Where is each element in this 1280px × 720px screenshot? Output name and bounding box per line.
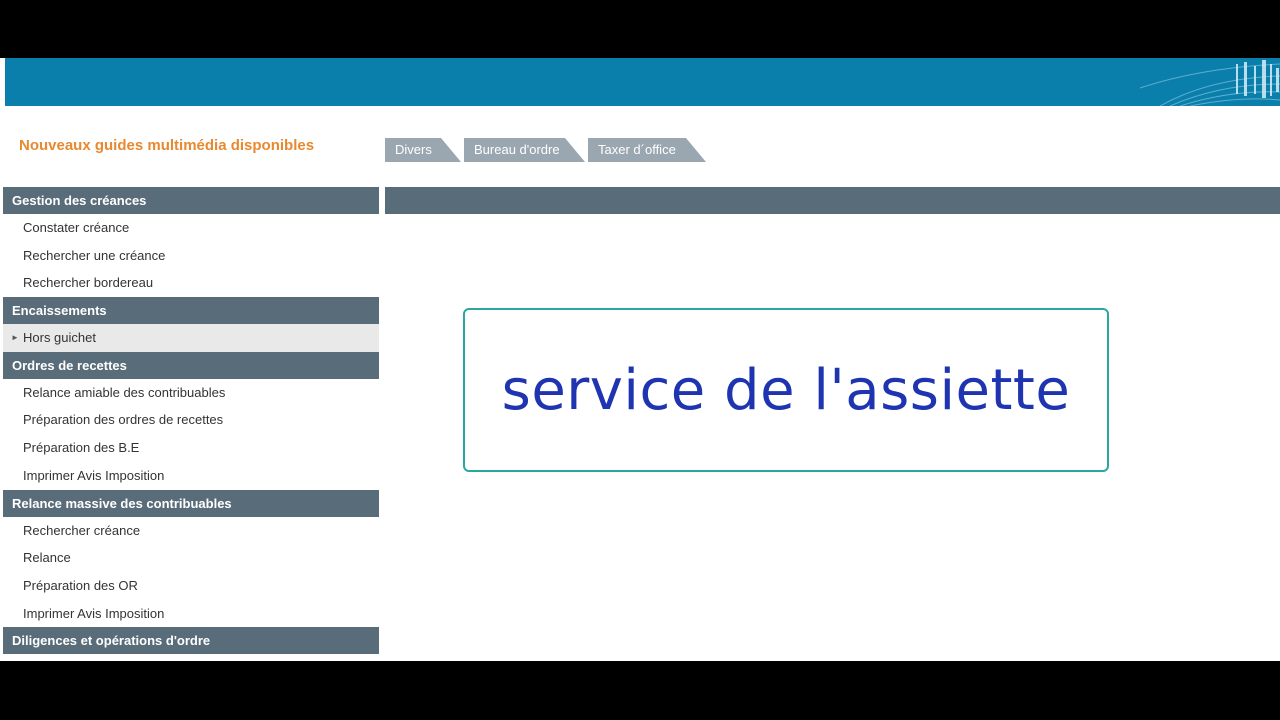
section-relance-massive[interactable]: Relance massive des contribuables	[3, 489, 379, 517]
sidebar-item-imprimer-avis-imposition-2[interactable]: Imprimer Avis Imposition	[3, 600, 379, 628]
sidebar-item-relance-amiable[interactable]: Relance amiable des contribuables	[3, 379, 379, 407]
sidebar-item-constater-creance[interactable]: Constater créance	[3, 214, 379, 242]
sidebar-item-label: Hors guichet	[23, 330, 96, 346]
sidebar-menu: Gestion des créances Constater créance R…	[3, 187, 379, 655]
tab-bureau-ordre[interactable]: Bureau d'ordre	[464, 138, 585, 162]
sidebar-item-rechercher-bordereau[interactable]: Rechercher bordereau	[3, 269, 379, 297]
section-ordres-recettes[interactable]: Ordres de recettes	[3, 351, 379, 379]
section-diligences-operations[interactable]: Diligences et opérations d'ordre	[3, 627, 379, 655]
section-encaissements[interactable]: Encaissements	[3, 297, 379, 325]
overlay-title-box: service de l'assiette	[463, 308, 1109, 472]
sidebar-item-relance[interactable]: Relance	[3, 544, 379, 572]
banner-decoration-icon	[1140, 60, 1280, 106]
sidebar-item-rechercher-une-creance[interactable]: Rechercher une créance	[3, 242, 379, 270]
sidebar-item-imprimer-avis-imposition[interactable]: Imprimer Avis Imposition	[3, 462, 379, 490]
content-header-bar	[385, 187, 1280, 214]
section-gestion-creances[interactable]: Gestion des créances	[3, 187, 379, 214]
new-guides-link[interactable]: Nouveaux guides multimédia disponibles	[19, 137, 314, 154]
sidebar-item-hors-guichet[interactable]: ► Hors guichet	[3, 324, 379, 352]
sidebar-item-preparation-be[interactable]: Préparation des B.E	[3, 434, 379, 462]
top-banner	[5, 58, 1280, 106]
sidebar-item-rechercher-creance[interactable]: Rechercher créance	[3, 517, 379, 545]
sidebar-item-preparation-ordres-recettes[interactable]: Préparation des ordres de recettes	[3, 406, 379, 434]
sidebar-item-preparation-or[interactable]: Préparation des OR	[3, 572, 379, 600]
overlay-title: service de l'assiette	[501, 357, 1071, 423]
tab-taxer-office[interactable]: Taxer d´office	[588, 138, 706, 162]
app-screen: Nouveaux guides multimédia disponibles D…	[0, 58, 1280, 661]
triangle-right-icon: ►	[11, 333, 19, 343]
tab-divers[interactable]: Divers	[385, 138, 461, 162]
